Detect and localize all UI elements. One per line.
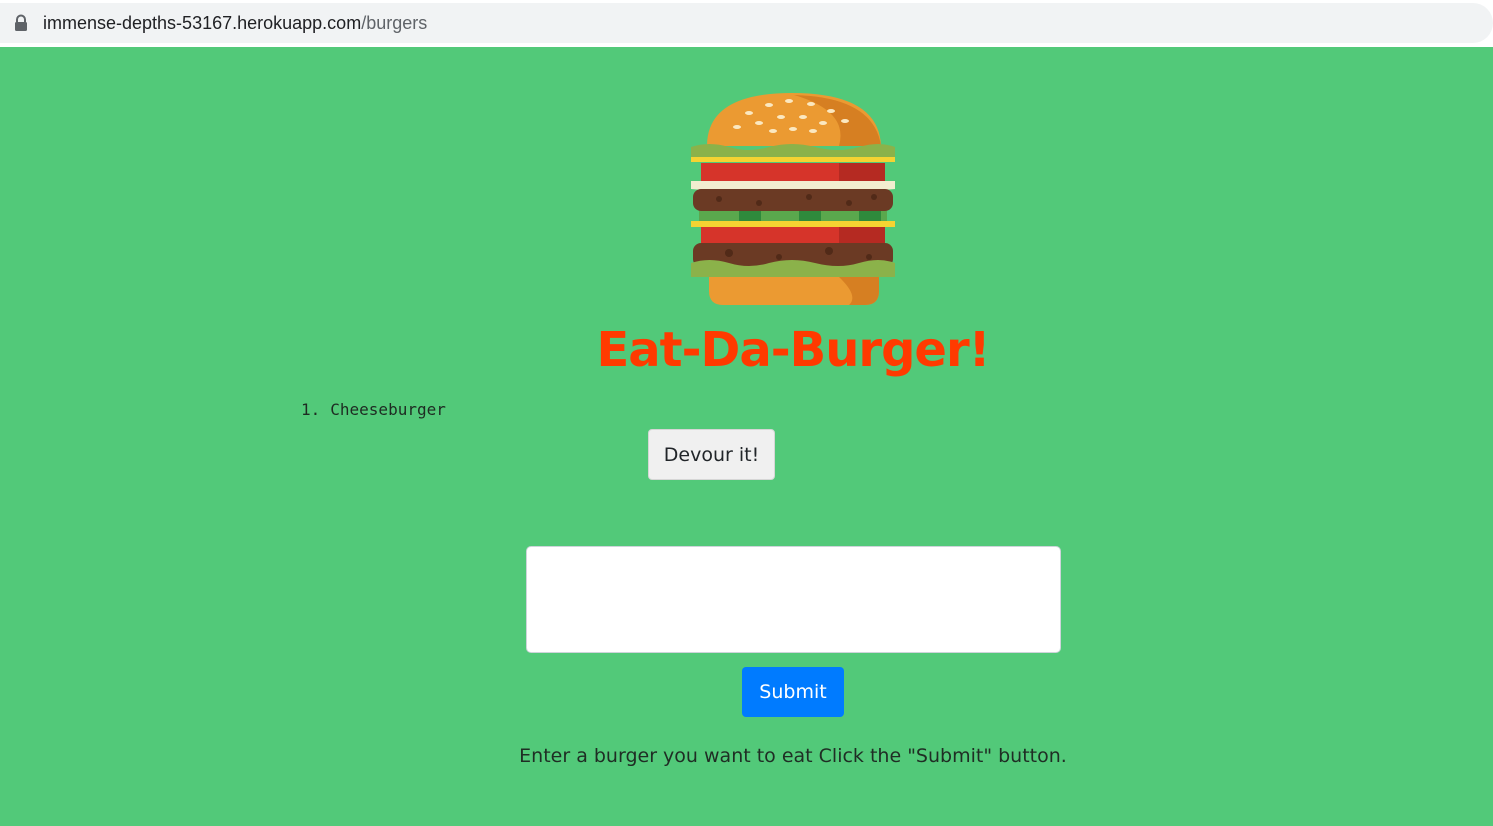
url-field[interactable]: immense-depths-53167.herokuapp.com/burge… [0, 3, 1493, 43]
url-path: /burgers [361, 13, 428, 33]
burger-list: 1. Cheeseburger [301, 400, 446, 419]
submit-button[interactable]: Submit [742, 667, 844, 717]
lock-icon[interactable] [14, 14, 28, 32]
list-item-number: 1. [301, 400, 321, 419]
burger-icon [691, 93, 895, 305]
url-host: immense-depths-53167.herokuapp.com [43, 13, 362, 33]
burger-name: Cheeseburger [330, 400, 446, 419]
burger-input[interactable] [526, 546, 1061, 653]
page-title: Eat-Da-Burger! [596, 322, 990, 378]
browser-address-bar: immense-depths-53167.herokuapp.com/burge… [0, 0, 1493, 47]
url-text[interactable]: immense-depths-53167.herokuapp.com/burge… [43, 13, 427, 34]
list-item: 1. Cheeseburger [301, 400, 446, 419]
devour-button[interactable]: Devour it! [648, 429, 775, 480]
instructions-text: Enter a burger you want to eat Click the… [519, 745, 1067, 767]
